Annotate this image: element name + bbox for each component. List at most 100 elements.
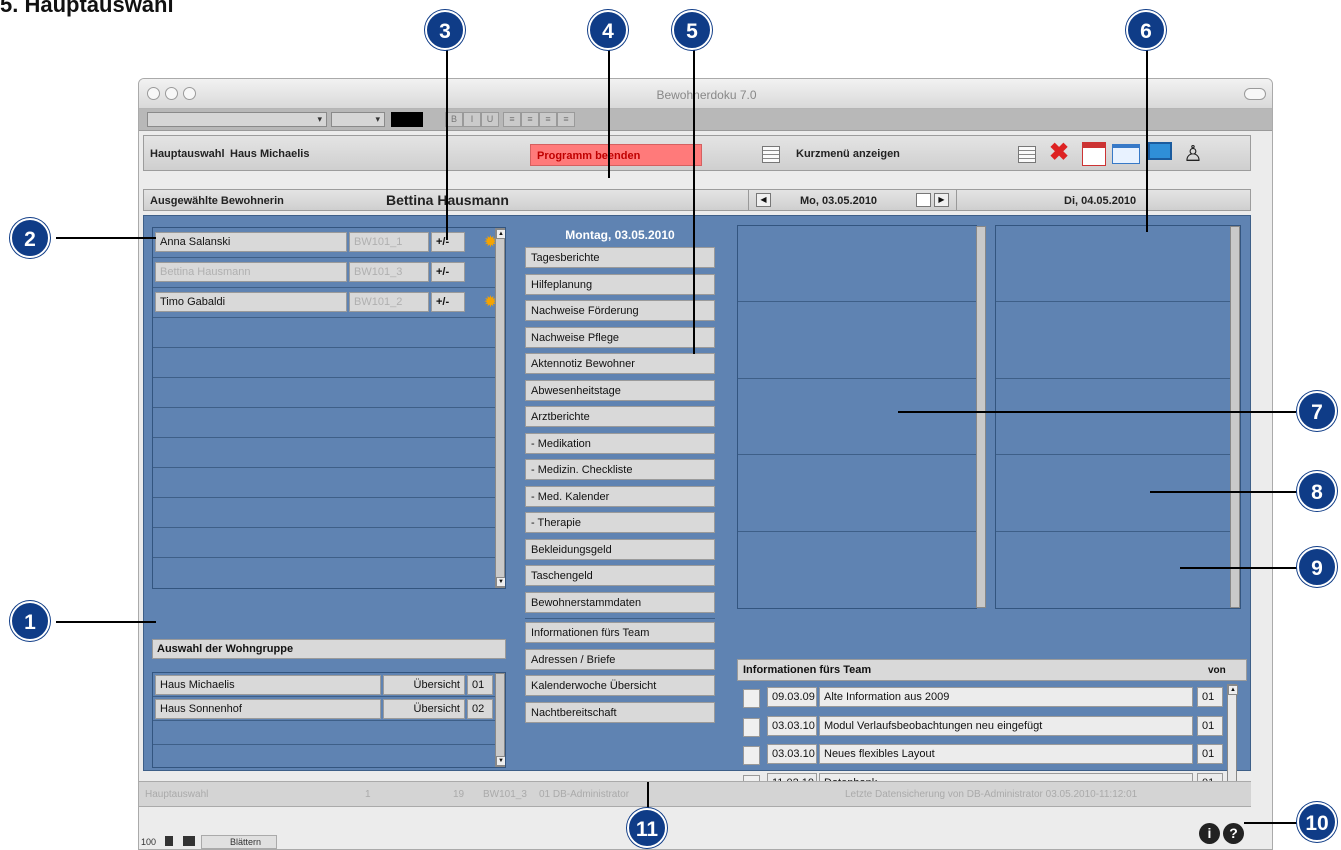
resident-name[interactable]: Anna Salanski [155, 232, 347, 252]
grid-cell[interactable] [996, 379, 1240, 456]
grid-cell[interactable] [996, 532, 1240, 608]
menu-item-therapie[interactable]: - Therapie [525, 512, 715, 533]
current-date: Mo, 03.05.2010 [800, 195, 878, 207]
status-toggle-icon[interactable] [183, 836, 195, 846]
group-name[interactable]: Haus Sonnenhof [155, 699, 381, 719]
callout-10: 10 [1297, 802, 1337, 842]
status-mode: Hauptauswahl [145, 789, 209, 800]
menu-item-kalenderwoche[interactable]: Kalenderwoche Übersicht [525, 675, 715, 696]
group-overview-button[interactable]: Übersicht [383, 699, 465, 719]
grid-cell[interactable] [996, 302, 1240, 379]
mode-select[interactable]: Blättern [201, 835, 277, 849]
group-row[interactable]: Haus Sonnenhof Übersicht 02 [153, 697, 505, 721]
info-row[interactable]: 03.03.10 Neues flexibles Layout 01 [737, 741, 1237, 770]
resident-toggle-button[interactable]: +/- [431, 232, 465, 252]
group-list: Haus Michaelis Übersicht 01 Haus Sonnenh… [152, 672, 506, 768]
short-menu-button[interactable]: Kurzmenü anzeigen [796, 148, 900, 160]
menu-item-medikation[interactable]: - Medikation [525, 432, 715, 454]
grid-scrollbar[interactable] [1230, 226, 1240, 608]
grid-cell[interactable] [738, 532, 976, 608]
day-grid-next[interactable] [995, 225, 1241, 609]
info-row[interactable]: 03.03.10 Modul Verlaufsbeobachtungen neu… [737, 713, 1237, 742]
zoom-level[interactable]: 100 [141, 837, 156, 847]
document-icon[interactable] [743, 717, 760, 737]
resident-name[interactable]: Bettina Hausmann [155, 262, 347, 282]
document-icon[interactable] [743, 746, 760, 765]
resident-list-scrollbar[interactable]: ▲ ▼ [495, 228, 505, 588]
info-icon[interactable]: i [1199, 823, 1220, 844]
info-row[interactable]: 09.03.09 Alte Information aus 2009 01 [737, 684, 1237, 713]
underline-button[interactable]: U [481, 112, 499, 127]
grid-cell[interactable] [996, 455, 1240, 532]
justify-button[interactable]: ≡ [557, 112, 575, 127]
menu-item-med-kalender[interactable]: - Med. Kalender [525, 485, 715, 507]
grid-cell[interactable] [738, 302, 976, 379]
menu-item-arztberichte[interactable]: Arztberichte [525, 406, 715, 427]
window-icon[interactable] [1112, 144, 1140, 164]
grid-cell[interactable] [738, 226, 976, 303]
menu-item-bekleidungsgeld[interactable]: Bekleidungsgeld [525, 538, 715, 560]
resident-row[interactable]: Anna Salanski BW101_1 +/- ✹ [153, 228, 505, 258]
calendar-clock-icon[interactable] [1082, 142, 1106, 166]
text-color-swatch[interactable] [391, 112, 423, 127]
scroll-up-icon[interactable]: ▲ [496, 229, 505, 239]
resident-toggle-button[interactable]: +/- [431, 292, 465, 312]
toolbar-toggle-button[interactable] [1244, 88, 1266, 100]
font-select[interactable]: ▾ [147, 112, 327, 127]
document-icon[interactable] [743, 689, 760, 708]
resident-row[interactable]: Timo Gabaldi BW101_2 +/- ✹ [153, 288, 505, 318]
italic-button[interactable]: I [463, 112, 481, 127]
computer-icon[interactable] [1148, 142, 1172, 160]
scroll-down-icon[interactable]: ▼ [496, 577, 505, 587]
group-name[interactable]: Haus Michaelis [155, 675, 381, 695]
menu-item-adressen-briefe[interactable]: Adressen / Briefe [525, 648, 715, 670]
end-program-button[interactable]: Programm beenden [530, 144, 702, 166]
previous-day-button[interactable]: ◀ [756, 193, 771, 207]
callout-5: 5 [672, 10, 712, 50]
align-center-button[interactable]: ≡ [521, 112, 539, 127]
list-icon[interactable] [1018, 146, 1036, 163]
scroll-up-icon[interactable]: ▲ [1228, 685, 1238, 695]
menu-item-nachweise-pflege[interactable]: Nachweise Pflege [525, 326, 715, 348]
grid-cell[interactable] [738, 379, 976, 456]
resident-toggle-button[interactable]: +/- [431, 262, 465, 282]
menu-item-hilfeplanung[interactable]: Hilfeplanung [525, 273, 715, 295]
group-list-scrollbar[interactable]: ▼ [495, 673, 505, 767]
resident-date-bar: Ausgewählte Bewohnerin Bettina Hausmann … [143, 189, 1251, 211]
callout-line [56, 237, 156, 239]
menu-item-aktennotiz[interactable]: Aktennotiz Bewohner [525, 353, 715, 374]
group-overview-button[interactable]: Übersicht [383, 675, 465, 695]
info-list-scrollbar[interactable]: ▲ [1227, 684, 1238, 796]
info-text[interactable]: Neues flexibles Layout [819, 744, 1193, 764]
menu-item-medizin-checkliste[interactable]: - Medizin. Checkliste [525, 459, 715, 480]
list-icon[interactable] [762, 146, 780, 163]
close-window-icon[interactable]: ✖ [1044, 138, 1074, 167]
zoom-icon[interactable] [165, 836, 177, 846]
calendar-icon[interactable] [916, 193, 931, 207]
align-right-button[interactable]: ≡ [539, 112, 557, 127]
font-size-select[interactable]: ▾ [331, 112, 385, 127]
info-text[interactable]: Modul Verlaufsbeobachtungen neu eingefüg… [819, 715, 1193, 736]
day-grid-current[interactable] [737, 225, 986, 609]
callout-6: 6 [1126, 10, 1166, 50]
menu-item-tagesberichte[interactable]: Tagesberichte [525, 247, 715, 268]
menu-item-nachweise-foerderung[interactable]: Nachweise Förderung [525, 300, 715, 321]
menu-item-abwesenheitstage[interactable]: Abwesenheitstage [525, 379, 715, 401]
help-icon[interactable]: ? [1223, 823, 1244, 844]
grid-cell[interactable] [738, 455, 976, 532]
group-row[interactable]: Haus Michaelis Übersicht 01 [153, 673, 505, 697]
info-text[interactable]: Alte Information aus 2009 [819, 687, 1193, 707]
grid-scrollbar[interactable] [976, 226, 986, 608]
menu-item-informationen-team[interactable]: Informationen fürs Team [525, 622, 715, 643]
next-day-button[interactable]: ▶ [934, 193, 949, 207]
resident-name[interactable]: Timo Gabaldi [155, 292, 347, 312]
align-left-button[interactable]: ≡ [503, 112, 521, 127]
grid-cell[interactable] [996, 226, 1240, 303]
resident-row[interactable]: Bettina Hausmann BW101_3 +/- [153, 258, 505, 288]
user-delete-icon[interactable]: ♙ [1180, 140, 1206, 168]
menu-item-bewohnerstammdaten[interactable]: Bewohnerstammdaten [525, 591, 715, 613]
scroll-down-icon[interactable]: ▼ [496, 756, 505, 766]
menu-item-nachtbereitschaft[interactable]: Nachtbereitschaft [525, 701, 715, 723]
menu-item-taschengeld[interactable]: Taschengeld [525, 565, 715, 586]
status-backup: Letzte Datensicherung von DB-Administrat… [845, 789, 1138, 800]
